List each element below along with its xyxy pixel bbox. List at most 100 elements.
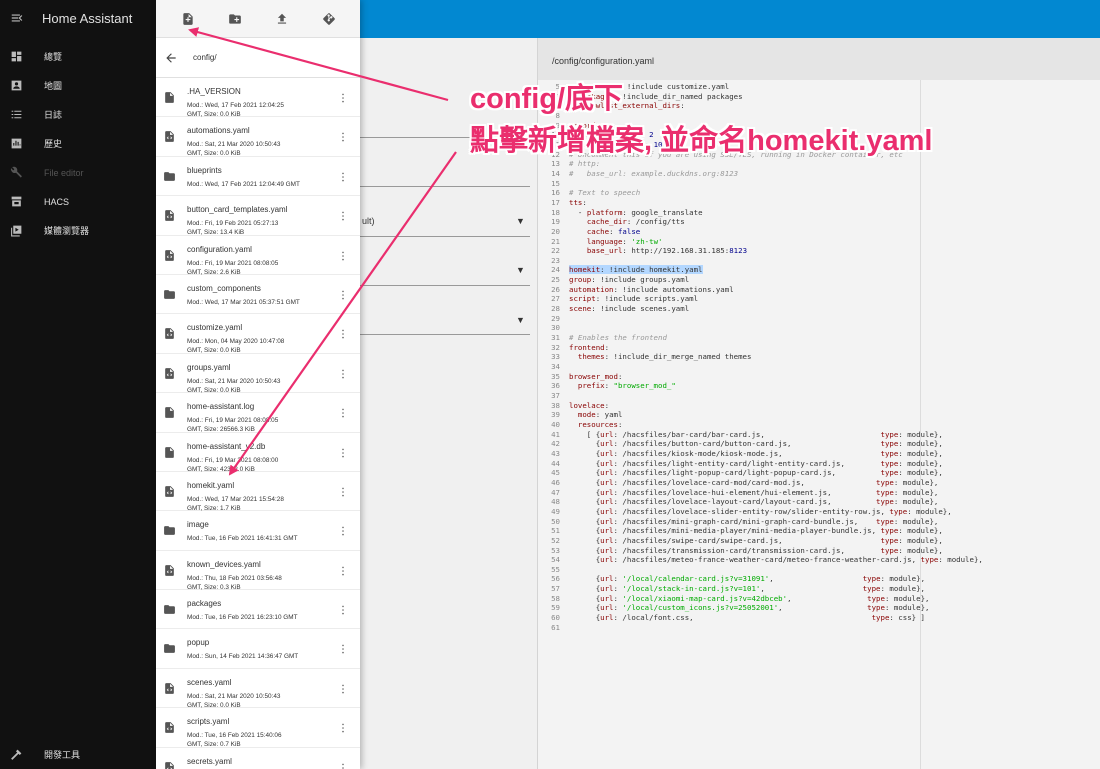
sidebar-item-file-editor[interactable]: File editor bbox=[0, 158, 156, 187]
dropdown-arrow-icon[interactable]: ▼ bbox=[516, 216, 525, 226]
more-options-icon[interactable] bbox=[340, 487, 346, 497]
file-meta: Mod.: Sun, 14 Feb 2021 14:36:47 GMT bbox=[187, 652, 337, 661]
file-name: home-assistant.log bbox=[187, 402, 255, 412]
more-options-icon[interactable] bbox=[340, 290, 346, 300]
annotation-line-2: 點擊新增檔案, 並命名homekit.yaml bbox=[470, 125, 933, 157]
file-list-item[interactable]: popup Mod.: Sun, 14 Feb 2021 14:36:47 GMT bbox=[156, 629, 360, 669]
more-options-icon[interactable] bbox=[340, 763, 346, 769]
app-title: Home Assistant bbox=[42, 10, 133, 26]
file-modified: Mod.: Sat, 21 Mar 2020 10:50:43 bbox=[187, 141, 281, 149]
file-modified: Mod.: Wed, 17 Mar 2021 15:54:28 bbox=[187, 495, 284, 503]
more-options-icon[interactable] bbox=[340, 448, 346, 458]
sidebar-item-map[interactable]: 地圖 bbox=[0, 71, 156, 100]
more-options-icon[interactable] bbox=[340, 211, 346, 221]
file-list-item[interactable]: scripts.yaml Mod.: Tue, 16 Feb 2021 15:40… bbox=[156, 708, 360, 748]
file-modified: Mod.: Wed, 17 Mar 2021 05:37:51 GMT bbox=[187, 298, 300, 306]
new-folder-icon bbox=[228, 13, 241, 24]
annotation-text: config/底下 點擊新增檔案, 並命名homekit.yaml bbox=[470, 78, 932, 162]
upload-button[interactable] bbox=[272, 9, 292, 29]
more-options-icon[interactable] bbox=[340, 93, 346, 103]
more-options-icon[interactable] bbox=[340, 369, 346, 379]
back-arrow-icon[interactable] bbox=[164, 51, 178, 65]
more-options-icon[interactable] bbox=[340, 251, 346, 261]
media-icon bbox=[11, 225, 22, 237]
code-file-icon bbox=[165, 761, 174, 769]
more-options-icon[interactable] bbox=[340, 526, 346, 536]
file-list-item[interactable]: customize.yaml Mod.: Mon, 04 May 2020 10:… bbox=[156, 314, 360, 354]
git-button[interactable] bbox=[319, 9, 339, 29]
settings-select[interactable] bbox=[360, 236, 530, 237]
more-options-icon[interactable] bbox=[340, 644, 346, 654]
file-meta: Mod.: Fri, 19 Mar 2021 08:08:00 GMT, Size… bbox=[187, 456, 337, 474]
file-list-item[interactable]: blueprints Mod.: Wed, 17 Feb 2021 12:04:4… bbox=[156, 157, 360, 197]
file-name: automations.yaml bbox=[187, 126, 250, 136]
more-options-icon[interactable] bbox=[340, 408, 346, 418]
file-list-item[interactable]: scenes.yaml Mod.: Sat, 21 Mar 2020 10:50:… bbox=[156, 669, 360, 710]
file-modified: Mod.: Tue, 16 Feb 2021 16:23:10 GMT bbox=[187, 614, 298, 622]
hammer-icon bbox=[11, 749, 22, 760]
file-name: custom_components bbox=[187, 283, 261, 293]
new-folder-button[interactable] bbox=[225, 9, 245, 29]
settings-select[interactable] bbox=[360, 285, 530, 286]
file-icon bbox=[165, 92, 174, 103]
code-file-icon bbox=[165, 328, 174, 340]
sidebar-item-history[interactable]: 歷史 bbox=[0, 129, 156, 158]
more-options-icon[interactable] bbox=[340, 605, 346, 615]
sidebar-item-overview[interactable]: 總覽 bbox=[0, 42, 156, 71]
code-file-icon bbox=[165, 210, 174, 222]
more-options-icon[interactable] bbox=[340, 723, 346, 733]
file-list-item[interactable]: custom_components Mod.: Wed, 17 Mar 2021 … bbox=[156, 275, 360, 315]
sidebar-item-label: 總覽 bbox=[44, 52, 63, 62]
history-icon bbox=[11, 138, 22, 149]
file-name: home-assistant_v2.db bbox=[187, 441, 266, 451]
file-list-item[interactable]: groups.yaml Mod.: Sat, 21 Mar 2020 10:50:… bbox=[156, 354, 360, 394]
file-name: known_devices.yaml bbox=[187, 559, 261, 569]
code-file-icon bbox=[165, 722, 174, 734]
code-file-icon bbox=[165, 131, 174, 143]
file-list-item[interactable]: packages Mod.: Tue, 16 Feb 2021 16:23:10 … bbox=[156, 590, 360, 630]
file-meta: Mod.: Wed, 17 Mar 2021 05:37:51 GMT bbox=[187, 298, 337, 307]
dropdown-arrow-icon[interactable]: ▼ bbox=[516, 315, 525, 325]
file-list-item[interactable]: secrets.yaml bbox=[156, 748, 360, 769]
sidebar-item-logbook[interactable]: 日誌 bbox=[0, 100, 156, 129]
settings-select[interactable] bbox=[360, 334, 530, 335]
file-modified: Mod.: Tue, 16 Feb 2021 16:41:31 GMT bbox=[187, 535, 298, 543]
file-list-item[interactable]: button_card_templates.yaml Mod.: Fri, 19 … bbox=[156, 196, 360, 236]
file-modified: Mod.: Fri, 19 Mar 2021 08:08:05 bbox=[187, 259, 279, 267]
dropdown-arrow-icon[interactable]: ▼ bbox=[516, 265, 525, 275]
sidebar-item-developer-tools[interactable]: 開發工具 bbox=[0, 739, 156, 769]
file-name: secrets.yaml bbox=[187, 756, 232, 766]
new-file-button[interactable] bbox=[178, 9, 198, 29]
file-meta: Mod.: Tue, 16 Feb 2021 16:41:31 GMT bbox=[187, 534, 337, 543]
code-file-icon bbox=[165, 682, 174, 694]
more-options-icon[interactable] bbox=[340, 566, 346, 576]
file-list-item[interactable]: configuration.yaml Mod.: Fri, 19 Mar 2021… bbox=[156, 236, 360, 276]
sidebar-item-media-browser[interactable]: 媒體瀏覽器 bbox=[0, 216, 156, 245]
file-meta: Mod.: Sat, 21 Mar 2020 10:50:43 GMT, Size… bbox=[187, 140, 337, 158]
sidebar-item-hacs[interactable]: HACS bbox=[0, 187, 156, 216]
code-content[interactable]: 5 customize: !include customize.yaml 6 p… bbox=[538, 82, 983, 632]
file-name: homekit.yaml bbox=[187, 480, 235, 490]
file-list-item[interactable]: homekit.yaml Mod.: Wed, 17 Mar 2021 15:54… bbox=[156, 472, 360, 512]
menu-collapse-icon[interactable] bbox=[10, 11, 24, 25]
more-options-icon[interactable] bbox=[340, 684, 346, 694]
folder-icon bbox=[164, 171, 175, 181]
file-list-item[interactable]: automations.yaml Mod.: Sat, 21 Mar 2020 1… bbox=[156, 117, 360, 158]
file-list-item[interactable]: image Mod.: Tue, 16 Feb 2021 16:41:31 GMT bbox=[156, 511, 360, 551]
settings-field[interactable] bbox=[360, 186, 530, 187]
file-modified: Mod.: Fri, 19 Feb 2021 05:27:13 bbox=[187, 220, 279, 228]
file-name: button_card_templates.yaml bbox=[187, 205, 288, 215]
file-list-item[interactable]: home-assistant_v2.db Mod.: Fri, 19 Mar 20… bbox=[156, 433, 360, 474]
more-options-icon[interactable] bbox=[340, 172, 346, 182]
file-name: blueprints bbox=[187, 165, 222, 175]
file-meta: Mod.: Sat, 21 Mar 2020 10:50:43 GMT, Size… bbox=[187, 692, 337, 710]
folder-icon bbox=[164, 605, 175, 614]
file-modified: Mod.: Sat, 21 Mar 2020 10:50:43 bbox=[187, 692, 281, 700]
file-list-item[interactable]: .HA_VERSION Mod.: Wed, 17 Feb 2021 12:04:… bbox=[156, 78, 360, 118]
more-options-icon[interactable] bbox=[340, 132, 346, 142]
file-browser-drawer: config/ .HA_VERSION Mod.: Wed, 17 Feb 202… bbox=[156, 0, 360, 769]
file-list-item[interactable]: home-assistant.log Mod.: Fri, 19 Mar 2021… bbox=[156, 393, 360, 433]
more-options-icon[interactable] bbox=[340, 329, 346, 339]
file-list-item[interactable]: known_devices.yaml Mod.: Thu, 18 Feb 2021… bbox=[156, 551, 360, 591]
git-icon bbox=[322, 12, 335, 25]
